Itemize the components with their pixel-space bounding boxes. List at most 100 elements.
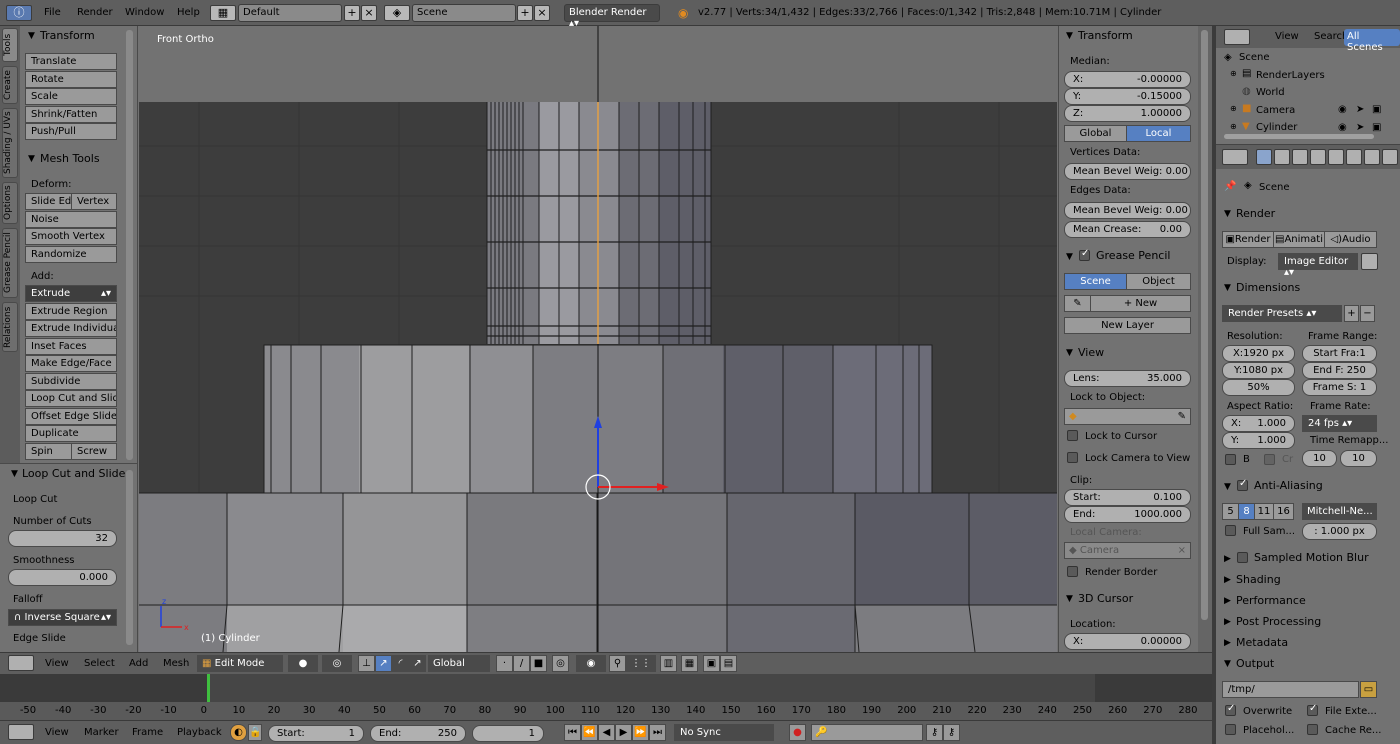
tab-shading-uvs[interactable]: Shading / UVs [2,108,18,178]
expand-icon[interactable]: ▶ [1224,617,1231,627]
scale-manipulator-icon[interactable]: ↗ [409,655,426,672]
select-menu[interactable]: Select [84,658,115,669]
collapse-icon[interactable]: ▼ [1224,283,1231,293]
collapse-icon[interactable]: ▼ [1224,209,1231,219]
aa-filter-select[interactable]: Mitchell-Ne... [1302,503,1377,520]
constraints-tab-icon[interactable] [1346,149,1362,165]
add-scene-icon[interactable]: + [517,5,533,21]
render-border-checkbox[interactable] [1067,566,1078,577]
scene-tab-icon[interactable] [1292,149,1308,165]
frame-start-field[interactable]: Start Fra:1 [1302,345,1377,362]
3d-viewport[interactable]: z x Front Ortho (1) Cylinder [139,26,1057,652]
duplicate-button[interactable]: Duplicate [25,425,117,442]
sync-mode-select[interactable]: No Sync [674,724,774,741]
cursor-x-field[interactable]: X: 0.00000 [1064,633,1191,650]
render-layers-tab-icon[interactable] [1274,149,1290,165]
play-icon[interactable]: ▶ [615,724,632,741]
expand-icon[interactable]: ⊕ [1230,122,1237,131]
remove-screen-icon[interactable]: × [361,5,377,21]
keying-set-field[interactable]: 🔑 [811,724,923,741]
clip-end-field[interactable]: End: 1000.000 [1064,506,1191,523]
vertex-select-mode-icon[interactable]: · [496,655,513,672]
render-preview-icon[interactable]: ▣ [703,655,720,672]
expand-icon[interactable]: ▶ [1224,554,1231,564]
tl-playback-menu[interactable]: Playback [177,727,222,738]
motion-blur-title[interactable]: Sampled Motion Blur [1254,551,1369,564]
add-menu[interactable]: Add [129,658,148,669]
expand-icon[interactable]: ▶ [1224,638,1231,648]
lock-to-cursor-checkbox[interactable] [1067,430,1078,441]
add-screen-icon[interactable]: + [344,5,360,21]
extrude-individual-button[interactable]: Extrude Individual [25,320,117,337]
aa-11-button[interactable]: 11 [1254,503,1274,520]
menu-render[interactable]: Render [77,7,113,18]
placeholders-checkbox[interactable] [1225,724,1236,735]
expand-icon[interactable]: ▶ [1224,575,1231,585]
translate-manipulator-icon[interactable]: ↗ [375,655,392,672]
start-frame-field[interactable]: Start: 1 [268,725,364,742]
snap-toggle-icon[interactable]: ⚲ [609,655,626,672]
world-tab-icon[interactable] [1310,149,1326,165]
loop-cut-button[interactable]: Loop Cut and Slide [25,390,117,407]
number-of-cuts-field[interactable]: 32 [8,530,117,547]
clear-icon[interactable]: × [1178,545,1190,556]
aa-8-button[interactable]: 8 [1238,503,1255,520]
overwrite-checkbox[interactable] [1225,703,1236,716]
jump-keyframe-forward-icon[interactable]: ⏩ [632,724,649,741]
push-pull-button[interactable]: Push/Pull [25,123,117,140]
object-tab-icon[interactable] [1328,149,1344,165]
operator-scrollbar[interactable] [126,470,133,645]
post-processing-title[interactable]: Post Processing [1236,615,1321,628]
animation-button[interactable]: ▤Animati [1273,231,1325,248]
frame-end-field[interactable]: End F: 250 [1302,362,1377,379]
cache-result-checkbox[interactable] [1307,724,1318,735]
collapse-icon[interactable]: ▼ [11,469,18,479]
translate-button[interactable]: Translate [25,53,117,70]
scene-field[interactable]: Scene [412,4,516,22]
outliner-editor-icon[interactable] [1224,29,1250,45]
tab-create[interactable]: Create [2,66,18,104]
mesh-menu[interactable]: Mesh [163,658,189,669]
tab-tools[interactable]: Tools [2,28,18,62]
expand-icon[interactable]: ▶ [1224,596,1231,606]
lock-object-field[interactable]: ◆ ✎ [1064,408,1191,425]
render-engine-select[interactable]: Blender Render ▴▾ [564,4,660,29]
gp-scene-toggle[interactable]: Scene [1064,273,1127,290]
timeline-editor-icon[interactable] [8,724,34,740]
outliner-view-menu[interactable]: View [1275,31,1299,42]
randomize-button[interactable]: Randomize [25,246,117,263]
face-select-mode-icon[interactable]: ■ [530,655,547,672]
jump-end-icon[interactable]: ⏭ [649,724,666,741]
outliner-item-cylinder[interactable]: Cylinder [1256,122,1297,133]
grease-pencil-title[interactable]: Grease Pencil [1096,249,1170,262]
orientation-select[interactable]: Global [428,655,490,672]
outliner-item-scene[interactable]: Scene [1239,52,1270,63]
output-title[interactable]: Output [1236,657,1274,670]
data-tab-icon[interactable] [1382,149,1398,165]
outliner-scrollbar[interactable] [1224,134,1374,139]
transform-panel-title[interactable]: Transform [40,29,95,42]
pencil-icon[interactable]: ✎ [1064,295,1091,312]
current-frame-indicator[interactable] [207,674,210,704]
collapse-icon[interactable]: ▼ [1224,482,1231,492]
resolution-y-field[interactable]: Y:1080 px [1222,362,1295,379]
eyedropper-icon[interactable]: ✎ [1178,411,1190,422]
render-anim-icon[interactable]: ▤ [720,655,737,672]
aspect-x-field[interactable]: X: 1.000 [1222,415,1295,432]
frame-rate-select[interactable]: 24 fps ▴▾ [1302,415,1377,432]
screen-layout-icon[interactable]: ▦ [210,5,236,21]
view-menu[interactable]: View [45,658,69,669]
shrink-fatten-button[interactable]: Shrink/Fatten [25,106,117,123]
noise-button[interactable]: Noise [25,211,117,228]
falloff-select[interactable]: ∩ Inverse Square ▴▾ [8,609,117,626]
collapse-icon[interactable]: ▼ [1224,659,1231,669]
aa-5-button[interactable]: 5 [1222,503,1239,520]
gp-object-toggle[interactable]: Object [1126,273,1191,290]
add-preset-icon[interactable]: + [1344,305,1359,322]
visibility-eye-icon[interactable]: ◉ [1338,104,1347,115]
pivot-point-select[interactable]: ◎ [322,655,352,672]
pin-icon[interactable]: 📌 [1224,181,1236,192]
resolution-percent-field[interactable]: 50% [1222,379,1295,396]
full-sample-checkbox[interactable] [1225,525,1236,536]
dimensions-title[interactable]: Dimensions [1236,281,1300,294]
